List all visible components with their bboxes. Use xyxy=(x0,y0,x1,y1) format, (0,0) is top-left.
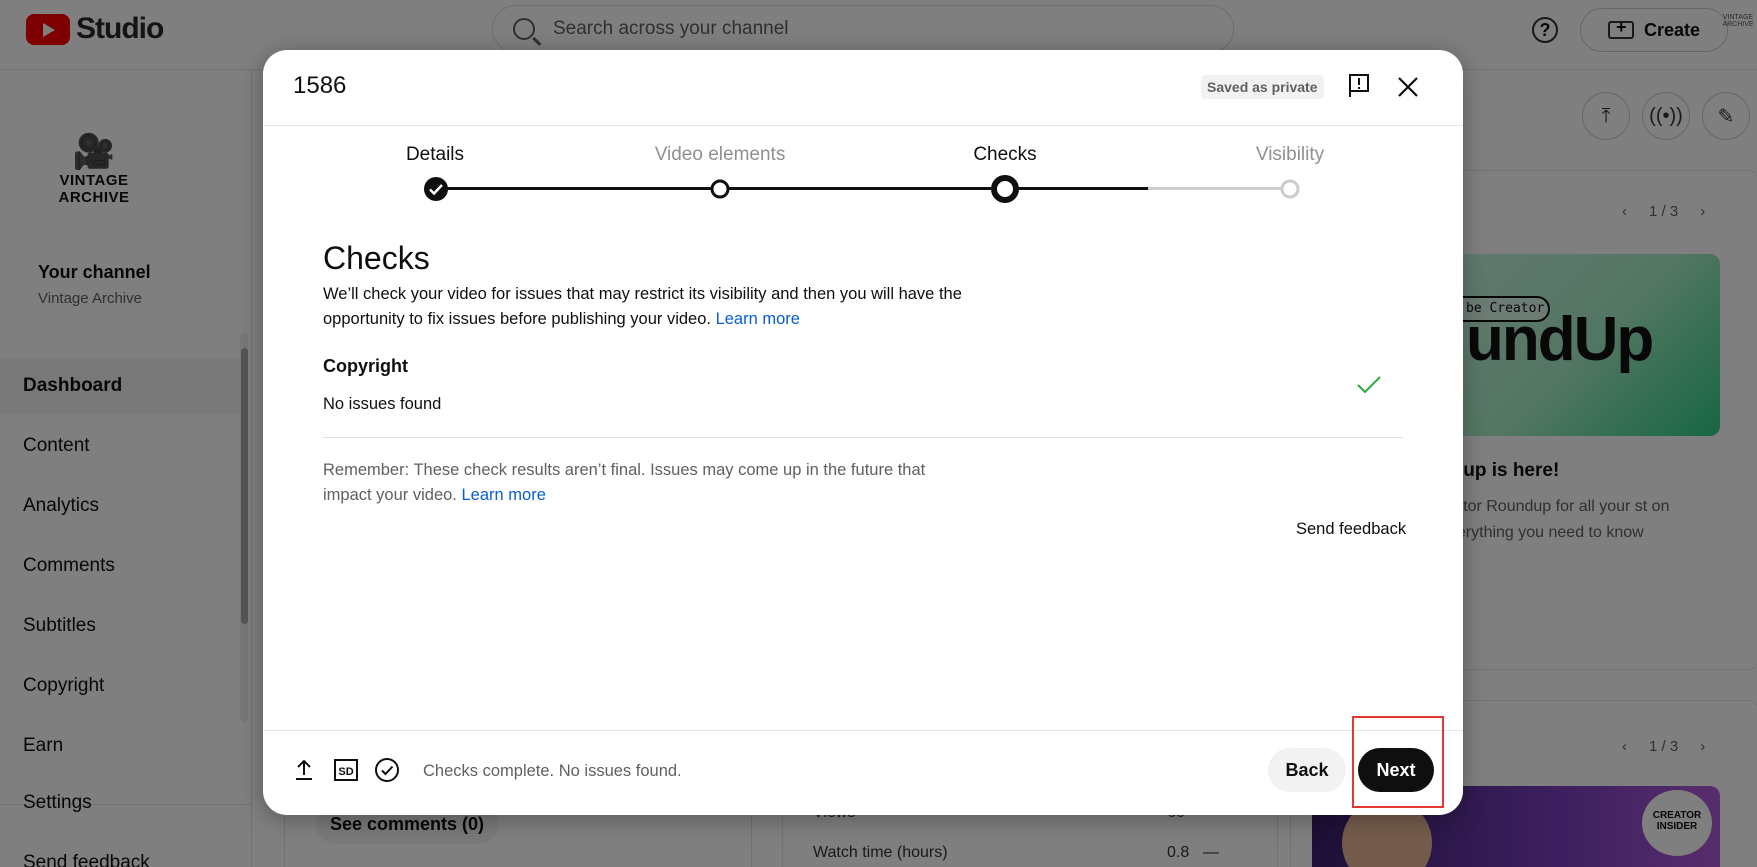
remember-note: Remember: These check results aren’t fin… xyxy=(323,458,963,508)
back-button[interactable]: Back xyxy=(1268,748,1346,792)
checks-description: We’ll check your video for issues that m… xyxy=(323,282,973,332)
sd-quality-icon[interactable]: SD xyxy=(333,757,359,783)
step-details[interactable]: Details xyxy=(335,144,535,166)
step-details-check-icon[interactable] xyxy=(423,176,449,202)
stepper-track-complete xyxy=(435,187,1148,190)
step-visibility-dot-icon[interactable] xyxy=(1280,179,1300,199)
section-divider xyxy=(323,437,1403,438)
step-visibility[interactable]: Visibility xyxy=(1190,144,1390,166)
svg-text:SD: SD xyxy=(338,766,353,778)
close-icon[interactable] xyxy=(1396,75,1420,99)
checks-description-text: We’ll check your video for issues that m… xyxy=(323,285,962,328)
send-feedback-link[interactable]: Send feedback xyxy=(1296,520,1406,539)
report-issue-icon[interactable] xyxy=(1349,74,1369,98)
copyright-status: No issues found xyxy=(323,395,442,413)
dialog-header: 1586 Saved as private xyxy=(263,50,1463,126)
upload-progress-icon[interactable] xyxy=(291,757,317,783)
upload-dialog: 1586 Saved as private Details Video elem… xyxy=(263,50,1463,815)
checks-heading: Checks xyxy=(323,240,430,276)
step-video-elements-dot-icon[interactable] xyxy=(710,179,730,199)
next-button-highlight-box xyxy=(1352,716,1444,808)
footer-status-text: Checks complete. No issues found. xyxy=(423,762,682,780)
dialog-title: 1586 xyxy=(293,72,347,99)
learn-more-link[interactable]: Learn more xyxy=(462,486,546,504)
learn-more-link[interactable]: Learn more xyxy=(716,310,800,328)
step-video-elements[interactable]: Video elements xyxy=(620,144,820,166)
step-checks-current-icon[interactable] xyxy=(990,174,1020,204)
step-checks[interactable]: Checks xyxy=(905,144,1105,166)
stepper-track-remaining xyxy=(1148,187,1290,190)
copyright-check-icon xyxy=(1357,376,1381,394)
copyright-heading: Copyright xyxy=(323,356,408,376)
saved-status-badge: Saved as private xyxy=(1201,75,1324,99)
checks-complete-icon[interactable] xyxy=(374,757,400,783)
dialog-footer: SD Checks complete. No issues found. Bac… xyxy=(263,730,1463,815)
remember-note-text: Remember: These check results aren’t fin… xyxy=(323,461,926,504)
